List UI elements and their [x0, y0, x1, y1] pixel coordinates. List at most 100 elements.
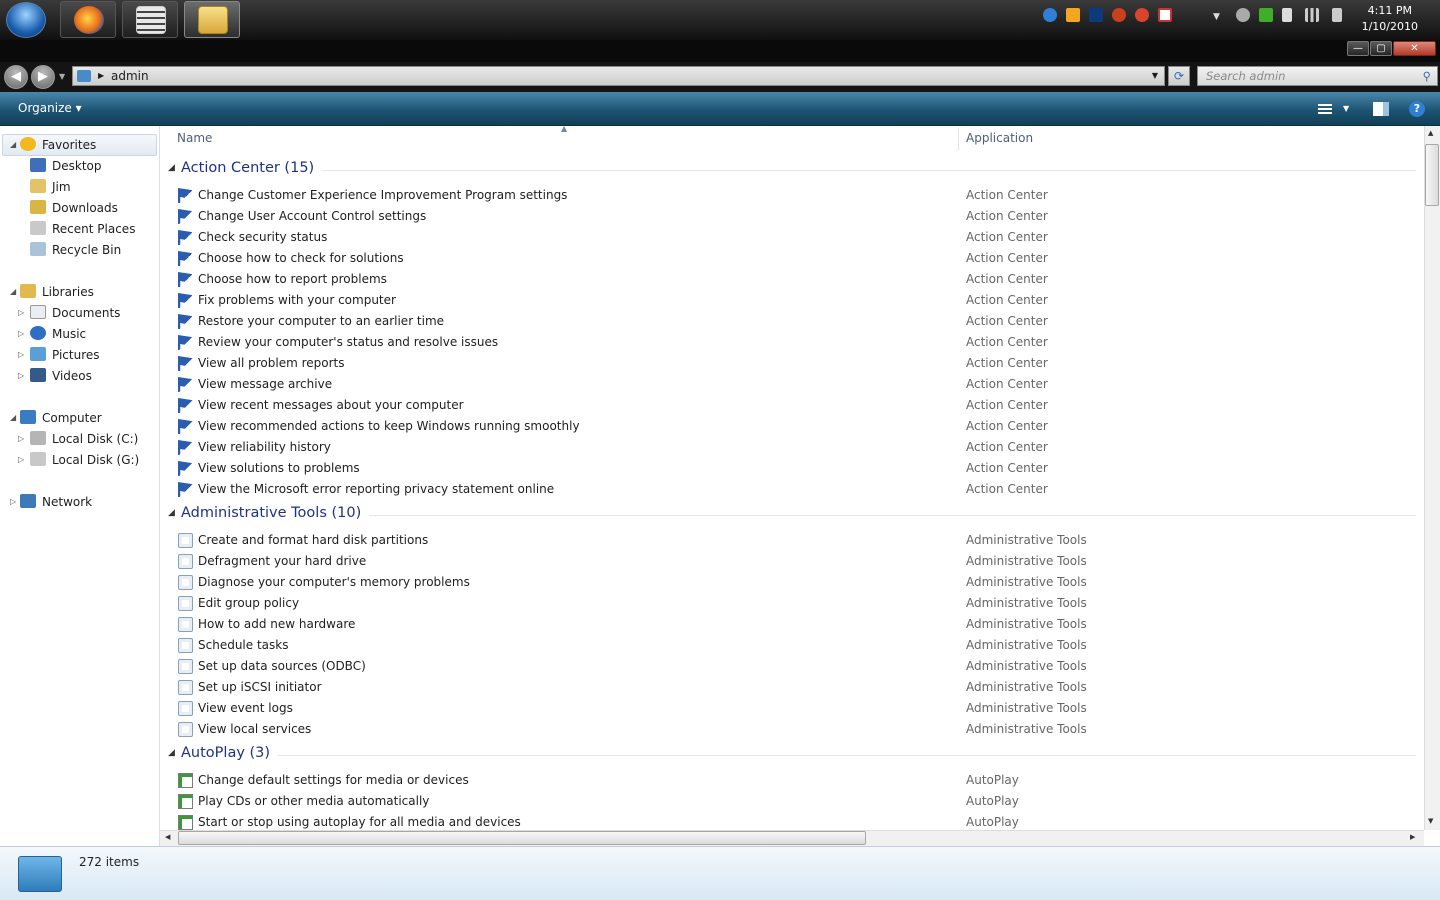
task-name[interactable]: Defragment your hard drive	[198, 551, 366, 572]
nav-desktop[interactable]: Desktop	[30, 156, 102, 176]
task-name[interactable]: Choose how to check for solutions	[198, 248, 404, 269]
task-name[interactable]: Create and format hard disk partitions	[198, 530, 428, 551]
nav-pictures[interactable]: ▷ Pictures	[18, 345, 100, 365]
ie-icon[interactable]	[1043, 8, 1057, 22]
horizontal-scroll-thumb[interactable]	[178, 831, 866, 845]
task-name[interactable]: Play CDs or other media automatically	[198, 791, 429, 812]
column-header-name[interactable]: Name	[177, 131, 212, 145]
chrome-icon[interactable]	[1135, 8, 1149, 22]
task-name[interactable]: Change default settings for media or dev…	[198, 770, 469, 791]
task-name[interactable]: Set up data sources (ODBC)	[198, 656, 366, 677]
task-name[interactable]: Choose how to report problems	[198, 269, 387, 290]
collapse-arrow-icon[interactable]: ▷	[18, 345, 24, 365]
expand-arrow-icon[interactable]: ◢	[10, 135, 16, 155]
nav-local-disk-c[interactable]: ▷ Local Disk (C:)	[18, 429, 138, 449]
network-signal-icon[interactable]	[1305, 8, 1319, 22]
back-button[interactable]: ◀	[4, 65, 28, 89]
breadcrumb-admin[interactable]: admin	[111, 67, 149, 85]
task-name[interactable]: Change User Account Control settings	[198, 206, 426, 227]
refresh-button[interactable]: ⟳	[1168, 66, 1190, 86]
group-header[interactable]: Administrative Tools (10)	[181, 505, 361, 521]
breadcrumb-separator-icon[interactable]: ▶	[98, 67, 104, 85]
nav-network[interactable]: ▷ Network	[10, 492, 92, 512]
nav-music[interactable]: ▷ Music	[18, 324, 86, 344]
task-name[interactable]: Diagnose your computer's memory problems	[198, 572, 470, 593]
collapse-arrow-icon[interactable]: ▷	[18, 366, 24, 386]
scroll-up-arrow-icon[interactable]: ▲	[1428, 129, 1433, 137]
volume-icon[interactable]	[1332, 8, 1342, 22]
scroll-down-arrow-icon[interactable]: ▼	[1428, 817, 1433, 825]
task-name[interactable]: Check security status	[198, 227, 327, 248]
task-name[interactable]: View all problem reports	[198, 353, 345, 374]
help-icon[interactable]: ?	[1409, 101, 1425, 117]
vertical-scrollbar[interactable]	[1424, 126, 1440, 830]
group-collapse-icon[interactable]: ◢	[168, 748, 175, 758]
vertical-scroll-thumb[interactable]	[1425, 144, 1439, 206]
preview-pane-icon[interactable]	[1373, 102, 1389, 116]
task-name[interactable]: View event logs	[198, 698, 293, 719]
address-field[interactable]: ▶ admin ▼	[72, 66, 1165, 86]
scroll-left-arrow-icon[interactable]: ◀	[165, 833, 170, 841]
photoshop-icon[interactable]	[1089, 8, 1103, 22]
organize-button[interactable]: Organize ▾	[18, 101, 82, 115]
nav-documents[interactable]: ▷ Documents	[18, 303, 120, 323]
collapse-arrow-icon[interactable]: ▷	[18, 450, 24, 470]
task-name[interactable]: Start or stop using autoplay for all med…	[198, 812, 521, 830]
taskbar-firefox-button[interactable]	[60, 1, 116, 38]
start-button[interactable]	[6, 2, 46, 38]
minimize-button[interactable]: —	[1347, 41, 1369, 56]
task-name[interactable]: Edit group policy	[198, 593, 299, 614]
collapse-arrow-icon[interactable]: ▷	[18, 324, 24, 344]
nav-local-disk-g[interactable]: ▷ Local Disk (G:)	[18, 450, 139, 470]
search-input[interactable]: Search admin ⚲	[1197, 66, 1438, 86]
task-name[interactable]: Set up iSCSI initiator	[198, 677, 322, 698]
group-header[interactable]: AutoPlay (3)	[181, 745, 270, 761]
gmail-icon[interactable]	[1158, 8, 1172, 22]
app-tray-icon[interactable]	[1112, 8, 1126, 22]
group-header[interactable]: Action Center (15)	[181, 160, 314, 176]
nav-recycle-bin[interactable]: Recycle Bin	[30, 240, 121, 260]
scroll-right-arrow-icon[interactable]: ▶	[1410, 833, 1415, 841]
nav-downloads[interactable]: Downloads	[30, 198, 118, 218]
action-center-flag-icon[interactable]	[1282, 8, 1292, 22]
view-options-dropdown-icon[interactable]: ▼	[1343, 104, 1349, 113]
nav-computer[interactable]: ◢ Computer	[10, 408, 102, 428]
task-name[interactable]: Change Customer Experience Improvement P…	[198, 185, 567, 206]
task-name[interactable]: View recent messages about your computer	[198, 395, 464, 416]
task-name[interactable]: Review your computer's status and resolv…	[198, 332, 498, 353]
task-name[interactable]: View message archive	[198, 374, 332, 395]
clock[interactable]: 4:11 PM 1/10/2010	[1362, 3, 1418, 35]
address-dropdown-icon[interactable]: ▼	[1152, 67, 1158, 85]
expand-arrow-icon[interactable]: ◢	[10, 282, 16, 302]
search-icon[interactable]: ⚲	[1423, 67, 1431, 85]
close-button[interactable]: ✕	[1393, 41, 1436, 56]
task-name[interactable]: How to add new hardware	[198, 614, 355, 635]
task-name[interactable]: Schedule tasks	[198, 635, 288, 656]
security-check-icon[interactable]	[1259, 8, 1273, 22]
nav-favorites[interactable]: ◢ Favorites	[10, 135, 96, 155]
recent-pages-dropdown[interactable]: ▼	[59, 72, 65, 81]
task-name[interactable]: Fix problems with your computer	[198, 290, 396, 311]
task-name[interactable]: View reliability history	[198, 437, 331, 458]
taskbar-calculator-button[interactable]	[122, 1, 178, 38]
group-collapse-icon[interactable]: ◢	[168, 163, 175, 173]
tray-overflow-icon[interactable]: ▼	[1213, 12, 1220, 22]
change-view-icon[interactable]	[1318, 104, 1332, 116]
nav-libraries[interactable]: ◢ Libraries	[10, 282, 94, 302]
collapse-arrow-icon[interactable]: ▷	[18, 429, 24, 449]
task-name[interactable]: View local services	[198, 719, 311, 740]
task-name[interactable]: View the Microsoft error reporting priva…	[198, 479, 554, 500]
maximize-button[interactable]: ▢	[1370, 41, 1392, 56]
collapse-arrow-icon[interactable]: ▷	[10, 492, 16, 512]
nav-recent-places[interactable]: Recent Places	[30, 219, 135, 239]
task-name[interactable]: Restore your computer to an earlier time	[198, 311, 444, 332]
bluetooth-icon[interactable]	[1236, 8, 1250, 22]
column-header-application[interactable]: Application	[966, 131, 1033, 145]
media-player-icon[interactable]	[1066, 8, 1080, 22]
nav-videos[interactable]: ▷ Videos	[18, 366, 92, 386]
forward-button[interactable]: ▶	[31, 65, 55, 89]
task-name[interactable]: View solutions to problems	[198, 458, 360, 479]
column-divider[interactable]	[958, 128, 959, 150]
taskbar-explorer-button[interactable]	[184, 1, 240, 38]
task-name[interactable]: View recommended actions to keep Windows…	[198, 416, 580, 437]
